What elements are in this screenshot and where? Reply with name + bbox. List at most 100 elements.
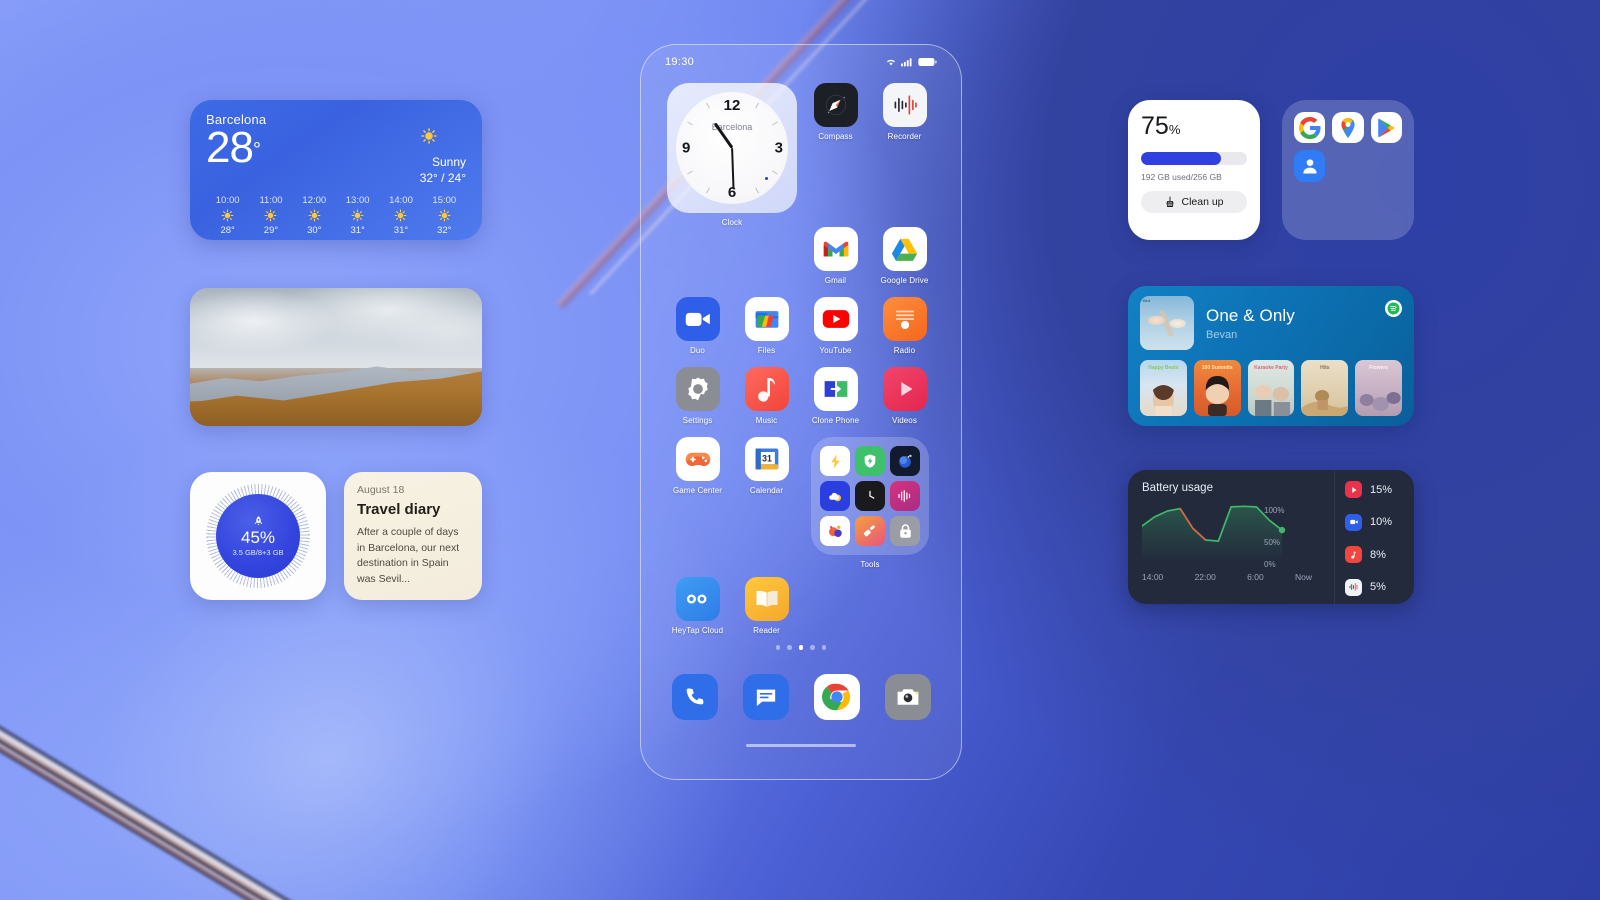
status-bar-time: 19:30 [665,56,695,68]
sun-icon [221,209,234,222]
home-indicator-bar[interactable] [746,743,856,747]
phone-cleaner-widget[interactable]: 45% 3.5 GB/8+3 GB [190,472,326,600]
album-cover-label: Bird [1143,298,1151,303]
playlist-item[interactable]: Flowers [1355,360,1402,416]
page-indicator-dots[interactable] [663,645,939,650]
google-play-icon[interactable] [1370,112,1402,144]
messages-icon[interactable] [742,673,789,720]
google-search-icon[interactable] [1294,112,1326,144]
clock-widget-label: Clock [721,218,743,227]
app-duo[interactable]: Duo [663,297,732,355]
phone-icon[interactable] [671,673,718,720]
hour-temp: 28° [220,225,235,236]
app-label: Clone Phone [811,416,860,425]
app-heytap-cloud[interactable]: HeyTap Cloud [663,577,732,635]
chrome-icon[interactable] [813,673,860,720]
weather-hourly-list: 10:00 28° 11:00 29° 12:00 30° 13:00 31° … [206,195,466,236]
clean-up-button[interactable]: Clean up [1141,191,1247,213]
battery-app-percent: 10% [1370,516,1393,529]
device-edge-bottom-left [0,691,547,900]
playlist-item[interactable]: Karaoke Party [1247,360,1295,416]
storage-progress-bar [1141,152,1247,165]
night-mode-icon[interactable] [890,446,920,476]
clean-up-label: Clean up [1181,196,1224,208]
battery-chart-x-axis: 14:00 22:00 6:00 Now [1142,572,1312,582]
clock-numeral-12: 12 [723,97,741,114]
google-contacts-icon[interactable] [1294,150,1326,182]
page-dot[interactable] [787,645,792,650]
battery-app-percent: 8% [1370,548,1386,561]
weather-city: Barcelona [206,112,267,127]
playlist-item[interactable]: 100 Summits [1193,360,1241,416]
app-label: Music [755,416,778,425]
note-date: August 18 [357,484,405,496]
weather-icon[interactable] [820,481,850,511]
app-label: YouTube [819,346,852,355]
app-clone-phone[interactable]: Clone Phone [801,367,870,425]
weather-hour-item: 12:00 30° [293,195,336,236]
app-files[interactable]: Files [732,297,801,355]
security-icon[interactable] [855,446,885,476]
weather-condition: Sunny [431,155,466,169]
battery-chart: 100% 50% 0% [1142,498,1300,570]
app-reader[interactable]: Reader [732,577,801,635]
sun-icon [394,209,407,222]
photo-widget[interactable] [190,288,482,426]
messages-icon[interactable] [820,516,850,546]
degree-symbol: ° [252,139,261,161]
page-dot[interactable] [798,645,804,650]
notes-widget[interactable]: August 18 Travel diary After a couple of… [344,472,482,600]
clock-numeral-3: 3 [774,139,783,157]
y-tick-label: 100% [1264,506,1285,515]
app-game-center[interactable]: Game Center [663,437,732,495]
clock-icon[interactable] [855,481,885,511]
weather-hour-item: 10:00 28° [206,195,249,236]
app-videos[interactable]: Videos [870,367,939,425]
app-youtube[interactable]: YouTube [801,297,870,355]
storage-widget[interactable]: 75% 192 GB used/256 GB Clean up [1128,100,1260,240]
app-radio[interactable]: Radio [870,297,939,355]
app-compass[interactable]: Compass [801,83,870,141]
playlist-item[interactable]: Happy Beats [1140,360,1187,416]
youtube-icon [813,297,858,341]
app-label: Reader [753,626,780,635]
page-dot[interactable] [810,645,815,650]
percent-symbol: % [1168,122,1181,137]
weather-widget[interactable]: Barcelona 28° Sunny 32° / 24° 10:00 28° … [190,100,482,240]
battery-usage-widget[interactable]: Battery usage 100% 50% 0% 14:00 22:00 6:… [1128,470,1414,604]
clock-minute-hand [730,147,735,190]
private-safe-icon[interactable] [890,516,920,546]
app-settings[interactable]: Settings [663,367,732,425]
calendar-icon: 31 [744,437,789,481]
page-dot[interactable] [775,645,781,650]
playlist-item[interactable]: Hits [1301,360,1349,416]
storage-detail: 3.5 GB/8+3 GB [232,548,284,557]
x-tick-label: 14:00 [1142,572,1164,582]
reader-icon [744,577,789,621]
phone-manager-icon[interactable] [820,446,850,476]
device-edge-gloss-bottom [0,706,512,900]
hour-time: 14:00 [389,195,413,206]
spotify-icon[interactable] [1385,300,1402,317]
app-gmail[interactable]: Gmail [801,227,870,285]
app-recorder[interactable]: Recorder [870,83,939,141]
music-player-widget[interactable]: Bird One & Only Bevan Happy Beats 100 Su… [1128,286,1414,426]
storage-percent-large: 75% [1141,112,1181,140]
sound-recorder-icon[interactable] [890,481,920,511]
app-calendar[interactable]: 31 Calendar [732,437,801,495]
battery-chart-area [1142,506,1282,562]
clock-widget[interactable]: 12 3 6 9 Barcelona [667,83,797,213]
google-maps-icon[interactable] [1332,112,1364,144]
storage-progress-fill [1141,152,1221,165]
page-dot[interactable] [821,645,827,650]
camera-icon[interactable] [884,673,931,720]
app-google-drive[interactable]: Google Drive [870,227,939,285]
hour-time: 10:00 [215,195,240,206]
battery-app-percent: 5% [1370,581,1386,594]
weather-high-low: 32° / 24° [419,171,466,185]
app-label: Compass [818,132,853,141]
google-apps-folder[interactable] [1282,100,1414,240]
tools-folder[interactable] [811,437,929,555]
app-music[interactable]: Music [732,367,801,425]
themes-icon[interactable] [855,516,885,546]
